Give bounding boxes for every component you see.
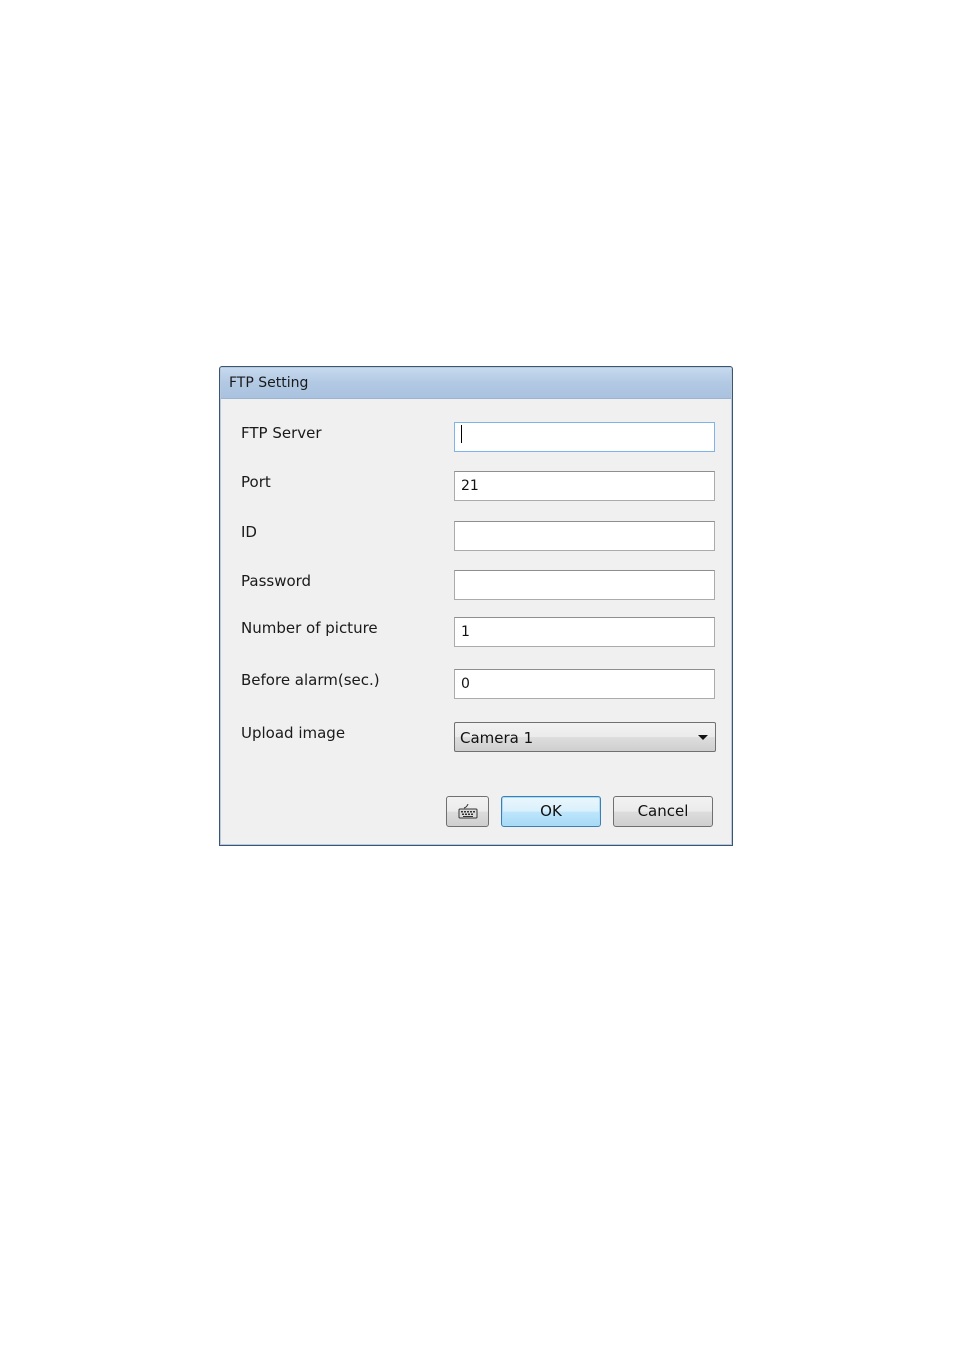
upload-image-value: Camera 1 [460,729,534,747]
id-label: ID [241,523,257,541]
title-bar[interactable]: FTP Setting [221,368,731,399]
dialog-title: FTP Setting [229,375,309,391]
number-of-picture-label: Number of picture [241,619,378,637]
upload-image-label: Upload image [241,724,346,742]
password-input[interactable] [454,570,715,600]
keyboard-icon [458,804,478,819]
page: FTP Setting FTP Server Port ID Password … [0,0,954,1354]
id-input[interactable] [454,521,715,551]
ftp-server-label: FTP Server [241,424,322,442]
cancel-button[interactable]: Cancel [613,796,713,827]
port-label: Port [241,473,271,491]
before-alarm-label: Before alarm(sec.) [241,671,380,689]
number-of-picture-input[interactable] [454,617,715,647]
upload-image-select[interactable]: Camera 1 [454,722,716,752]
port-input[interactable] [454,471,715,501]
ftp-server-input[interactable] [454,422,715,452]
text-caret [461,425,462,443]
password-label: Password [241,572,312,590]
virtual-keyboard-button[interactable] [446,796,489,827]
ftp-setting-dialog: FTP Setting FTP Server Port ID Password … [219,366,733,846]
dropdown-arrow-icon [698,735,708,740]
ok-button[interactable]: OK [501,796,601,827]
before-alarm-input[interactable] [454,669,715,699]
